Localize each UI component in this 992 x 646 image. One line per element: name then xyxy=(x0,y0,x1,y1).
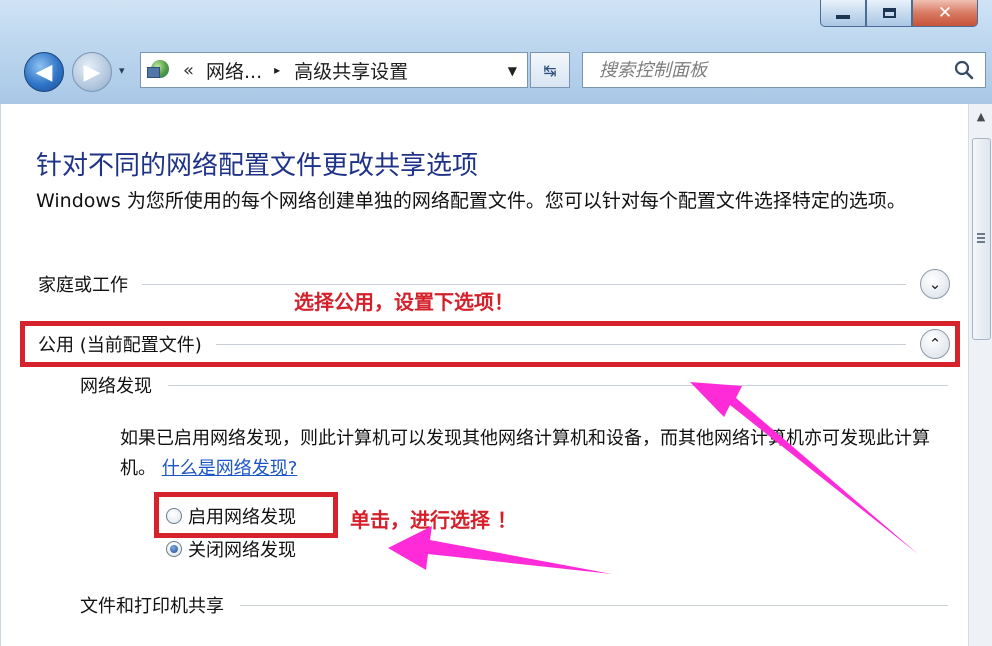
recent-pages-dropdown-icon[interactable]: ▾ xyxy=(119,64,125,77)
refresh-button[interactable]: ↹ xyxy=(530,52,570,88)
minimize-button[interactable] xyxy=(820,0,866,27)
annotation-text-click-select: 单击，进行选择 ！ xyxy=(350,508,517,532)
network-discovery-section: 网络发现 xyxy=(80,373,948,397)
breadcrumb-network[interactable]: 网络... xyxy=(206,57,262,84)
page-title: 针对不同的网络配置文件更改共享选项 xyxy=(36,151,479,181)
radio-checked-icon[interactable] xyxy=(166,541,182,557)
section-divider xyxy=(168,384,948,386)
search-icon[interactable] xyxy=(953,59,975,81)
scroll-up-icon[interactable]: ▲ xyxy=(973,110,989,126)
close-button[interactable]: ✕ xyxy=(912,0,978,27)
forward-arrow-icon: ▶ xyxy=(83,59,101,85)
what-is-network-discovery-link[interactable]: 什么是网络发现? xyxy=(162,458,298,479)
annotation-box-enable-option xyxy=(154,492,338,538)
close-icon: ✕ xyxy=(937,3,953,23)
back-arrow-icon: ◀ xyxy=(35,59,53,85)
scroll-grip-icon xyxy=(977,233,985,243)
network-discovery-info: 如果已启用网络发现，则此计算机可以发现其他网络计算机和设备，而其他网络计算机亦可… xyxy=(120,424,950,484)
profile-home-work-label: 家庭或工作 xyxy=(38,275,128,296)
file-printer-sharing-heading: 文件和打印机共享 xyxy=(80,596,224,617)
search-input[interactable] xyxy=(597,58,941,82)
address-dropdown-icon[interactable]: ▼ xyxy=(508,64,517,78)
page-description: Windows 为您所使用的每个网络创建单独的网络配置文件。您可以针对每个配置文… xyxy=(36,190,906,212)
address-bar[interactable]: « 网络... ▸ 高级共享设置 ▼ xyxy=(140,52,528,88)
radio-disable-network-discovery[interactable]: 关闭网络发现 xyxy=(166,536,296,562)
scroll-thumb[interactable] xyxy=(972,138,991,340)
network-globe-icon xyxy=(147,59,173,81)
breadcrumb-separator-icon[interactable]: ▸ xyxy=(274,63,280,77)
back-button[interactable]: ◀ xyxy=(24,52,64,92)
section-divider xyxy=(240,604,948,606)
forward-button[interactable]: ▶ xyxy=(72,52,112,92)
breadcrumb-advanced-sharing[interactable]: 高级共享设置 xyxy=(294,57,408,84)
window-title-bar: ✕ ◀ ▶ ▾ « 网络... ▸ 高级共享设置 ▼ ↹ xyxy=(0,0,992,104)
section-divider xyxy=(142,283,906,285)
network-discovery-heading: 网络发现 xyxy=(80,376,152,397)
caption-buttons: ✕ xyxy=(820,0,978,28)
address-overflow-icon[interactable]: « xyxy=(183,60,194,81)
maximize-icon xyxy=(882,8,896,18)
vertical-scrollbar[interactable]: ▲ xyxy=(968,104,992,646)
refresh-icon: ↹ xyxy=(543,60,557,80)
minimize-icon xyxy=(836,15,850,19)
maximize-button[interactable] xyxy=(866,0,912,27)
expand-chevron-down-icon[interactable]: ⌄ xyxy=(920,269,950,299)
file-printer-sharing-section: 文件和打印机共享 xyxy=(80,593,948,617)
annotation-box-public-profile xyxy=(20,321,960,367)
search-box[interactable] xyxy=(582,52,986,88)
radio-disable-label: 关闭网络发现 xyxy=(188,540,296,561)
annotation-text-select-public: 选择公用，设置下选项！ xyxy=(294,290,514,314)
